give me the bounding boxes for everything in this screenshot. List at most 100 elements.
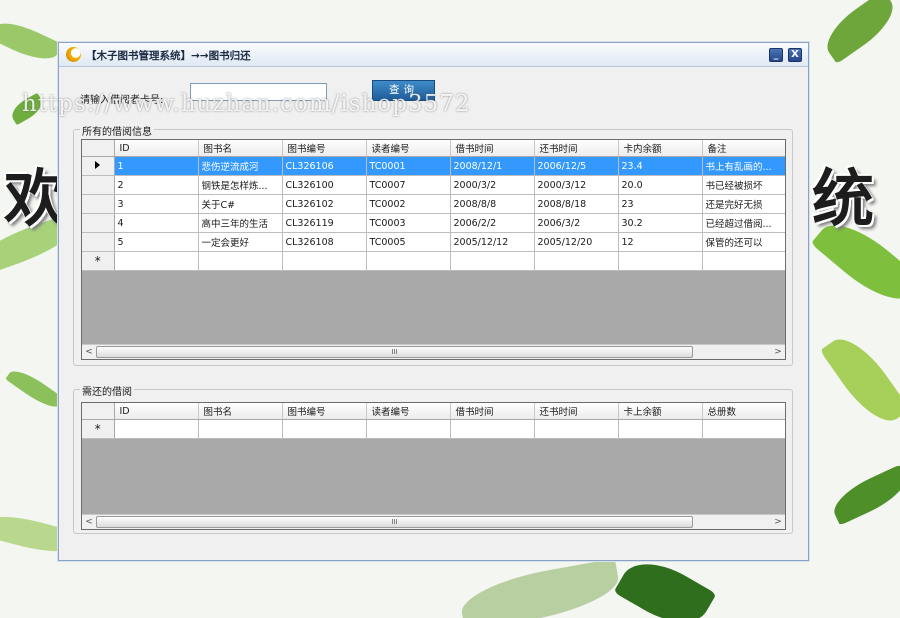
column-header[interactable]: 卡上余额 [618,403,703,420]
return-grid[interactable]: ID 图书名 图书编号 读者编号 借书时间 还书时间 卡上余额 总册数 * < … [81,402,786,530]
cell-reader-number[interactable]: TC0001 [366,156,451,176]
cell-balance[interactable]: 23.4 [618,156,703,176]
empty-cell[interactable] [618,251,703,271]
empty-cell[interactable] [366,251,451,271]
cell-reader-number[interactable]: TC0002 [366,194,451,214]
empty-cell[interactable] [114,419,199,439]
column-header[interactable]: 读者编号 [366,403,451,420]
cell-return-date[interactable]: 2000/3/12 [534,175,619,195]
column-header[interactable]: 读者编号 [366,140,451,157]
cell-book-name[interactable]: 钢铁是怎样炼... [198,175,283,195]
row-header[interactable]: * [82,251,115,271]
cell-book-name[interactable]: 高中三年的生活 [198,213,283,233]
column-header[interactable]: ID [114,403,199,420]
empty-cell[interactable] [282,251,367,271]
empty-cell[interactable] [702,251,785,271]
empty-cell[interactable] [450,251,535,271]
cell-return-date[interactable]: 2006/12/5 [534,156,619,176]
cell-id[interactable]: 4 [114,213,199,233]
cell-borrow-date[interactable]: 2005/12/12 [450,232,535,252]
cell-book-number[interactable]: CL326102 [282,194,367,214]
cell-remark[interactable]: 保管的还可以 [702,232,785,252]
cell-balance[interactable]: 20.0 [618,175,703,195]
cell-borrow-date[interactable]: 2008/8/8 [450,194,535,214]
scroll-left-arrow-icon[interactable]: < [83,346,95,358]
column-header[interactable]: 还书时间 [534,140,619,157]
empty-cell[interactable] [366,419,451,439]
table-row[interactable]: 2 钢铁是怎样炼... CL326100 TC0007 2000/3/2 200… [82,175,785,195]
cell-id[interactable]: 2 [114,175,199,195]
close-button[interactable]: X [788,48,802,62]
empty-cell[interactable] [534,251,619,271]
cell-id[interactable]: 5 [114,232,199,252]
column-header[interactable]: 借书时间 [450,403,535,420]
column-header[interactable]: 卡内余额 [618,140,703,157]
column-header[interactable]: 图书编号 [282,140,367,157]
empty-cell[interactable] [534,419,619,439]
scroll-right-arrow-icon[interactable]: > [772,346,784,358]
cell-reader-number[interactable]: TC0007 [366,175,451,195]
cell-remark[interactable]: 还是完好无损 [702,194,785,214]
scrollbar-thumb[interactable]: III [96,346,693,358]
new-row[interactable]: * [82,419,785,439]
cell-borrow-date[interactable]: 2000/3/2 [450,175,535,195]
cell-balance[interactable]: 12 [618,232,703,252]
empty-cell[interactable] [198,251,283,271]
minimize-button[interactable]: _ [769,48,783,62]
cell-reader-number[interactable]: TC0003 [366,213,451,233]
row-header[interactable] [82,175,115,195]
cell-book-name[interactable]: 关于C# [198,194,283,214]
cell-return-date[interactable]: 2005/12/20 [534,232,619,252]
cell-book-name[interactable]: 一定会更好 [198,232,283,252]
table-row[interactable]: 4 高中三年的生活 CL326119 TC0003 2006/2/2 2006/… [82,213,785,233]
table-row[interactable]: 3 关于C# CL326102 TC0002 2008/8/8 2008/8/1… [82,194,785,214]
column-header[interactable]: 总册数 [702,403,785,420]
column-header[interactable]: ID [114,140,199,157]
cell-borrow-date[interactable]: 2008/12/1 [450,156,535,176]
row-header[interactable] [82,213,115,233]
scroll-right-arrow-icon[interactable]: > [772,516,784,528]
row-header[interactable]: * [82,419,115,439]
cell-book-number[interactable]: CL326119 [282,213,367,233]
column-header[interactable]: 图书编号 [282,403,367,420]
borrow-info-grid[interactable]: ID 图书名 图书编号 读者编号 借书时间 还书时间 卡内余额 备注 1 悲伤逆… [81,139,786,360]
cell-id[interactable]: 1 [114,156,199,176]
empty-cell[interactable] [618,419,703,439]
cell-book-number[interactable]: CL326108 [282,232,367,252]
empty-cell[interactable] [198,419,283,439]
new-row-asterisk-icon: * [94,253,101,268]
column-header[interactable]: 还书时间 [534,403,619,420]
row-header[interactable] [82,156,115,176]
cell-balance[interactable]: 23 [618,194,703,214]
cell-book-number[interactable]: CL326106 [282,156,367,176]
column-header[interactable]: 备注 [702,140,785,157]
cell-return-date[interactable]: 2006/3/2 [534,213,619,233]
column-header[interactable]: 借书时间 [450,140,535,157]
cell-borrow-date[interactable]: 2006/2/2 [450,213,535,233]
row-header[interactable] [82,232,115,252]
cell-book-name[interactable]: 悲伤逆流成河 [198,156,283,176]
column-header[interactable]: 图书名 [198,140,283,157]
cell-remark[interactable]: 书上有乱画的... [702,156,785,176]
horizontal-scrollbar[interactable]: < III > [82,344,785,359]
empty-cell[interactable] [282,419,367,439]
table-row[interactable]: 1 悲伤逆流成河 CL326106 TC0001 2008/12/1 2006/… [82,156,785,176]
row-header[interactable] [82,194,115,214]
empty-cell[interactable] [702,419,785,439]
scroll-left-arrow-icon[interactable]: < [83,516,95,528]
cell-balance[interactable]: 30.2 [618,213,703,233]
cell-reader-number[interactable]: TC0005 [366,232,451,252]
title-bar[interactable]: 【木子图书管理系统】→→图书归还 _ X [59,43,808,67]
cell-book-number[interactable]: CL326100 [282,175,367,195]
horizontal-scrollbar[interactable]: < III > [82,514,785,529]
scrollbar-thumb[interactable]: III [96,516,693,528]
empty-cell[interactable] [450,419,535,439]
column-header[interactable]: 图书名 [198,403,283,420]
cell-remark[interactable]: 已经超过借阅... [702,213,785,233]
new-row[interactable]: * [82,251,785,271]
cell-return-date[interactable]: 2008/8/18 [534,194,619,214]
table-row[interactable]: 5 一定会更好 CL326108 TC0005 2005/12/12 2005/… [82,232,785,252]
empty-cell[interactable] [114,251,199,271]
cell-id[interactable]: 3 [114,194,199,214]
cell-remark[interactable]: 书已经被损坏 [702,175,785,195]
